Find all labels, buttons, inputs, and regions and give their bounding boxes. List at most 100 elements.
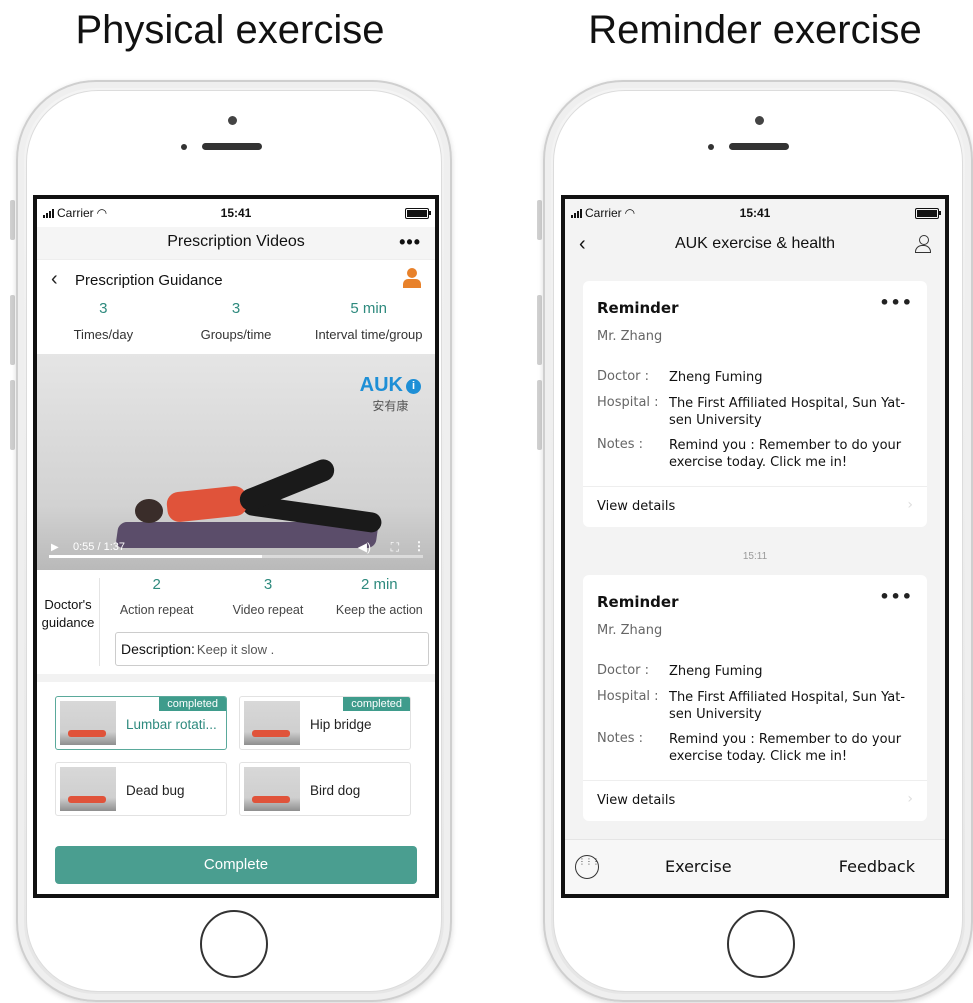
reminder-card[interactable]: Reminder ••• Mr. Zhang Doctor : Zheng Fu…	[583, 575, 927, 821]
status-time: 15:41	[739, 206, 771, 220]
phone-side-button	[537, 380, 542, 450]
more-options-icon[interactable]: •••	[399, 227, 421, 257]
stat-value: 3	[99, 300, 108, 317]
stat-label: Action repeat	[119, 603, 194, 617]
right-screen: Carrier ◠ 15:41 ‹ AUK exercise & health …	[561, 195, 949, 898]
bottom-tab-bar: Exercise Feedback	[565, 839, 945, 894]
stat-label: Groups/time	[200, 327, 272, 342]
stat-value: 2	[152, 576, 161, 593]
battery-icon	[405, 208, 431, 219]
status-bar: Carrier ◠ 15:41	[565, 199, 945, 227]
nav-bar: Prescription Videos •••	[37, 227, 435, 259]
person-figure	[165, 484, 249, 524]
exercise-name: Dead bug	[126, 783, 185, 798]
more-options-icon[interactable]: •••	[879, 293, 913, 312]
back-chevron-icon[interactable]: ‹	[51, 268, 58, 291]
nav-title: AUK exercise & health	[674, 235, 836, 252]
stat-times-per-day: 3 Times/day	[37, 298, 170, 354]
exercise-card-hip-bridge[interactable]: completed Hip bridge	[239, 696, 411, 750]
stat-value: 3	[263, 576, 273, 593]
video-more-icon[interactable]: ⋮	[413, 539, 425, 553]
more-options-icon[interactable]: •••	[879, 587, 913, 606]
keyboard-icon[interactable]	[575, 855, 599, 879]
stat-label: Video repeat	[232, 603, 304, 617]
nav-bar: ‹ AUK exercise & health	[565, 227, 945, 265]
reminder-user: Mr. Zhang	[597, 623, 663, 638]
complete-button[interactable]: Complete	[55, 846, 417, 884]
reminder-card[interactable]: Reminder ••• Mr. Zhang Doctor : Zheng Fu…	[583, 281, 927, 527]
status-bar: Carrier ◠ 15:41	[37, 199, 435, 227]
exercise-card-lumbar-rotation[interactable]: completed Lumbar rotati...	[55, 696, 227, 750]
stat-value: 5 min	[350, 300, 388, 317]
speaker-grille	[202, 143, 262, 150]
exercise-card-bird-dog[interactable]: Bird dog	[239, 762, 411, 816]
row-key: Doctor :	[597, 369, 650, 384]
chevron-right-icon: ›	[907, 791, 913, 807]
description-label: Description:	[121, 641, 195, 657]
play-icon[interactable]: ▶	[51, 542, 59, 553]
sensor-dot	[181, 144, 187, 150]
divider	[99, 578, 100, 666]
fullscreen-icon[interactable]: ⛶	[391, 540, 399, 555]
stat-value: 2 min	[360, 576, 398, 593]
video-progress-bar[interactable]	[49, 555, 423, 558]
row-key: Doctor :	[597, 663, 650, 678]
info-icon: i	[406, 379, 421, 394]
sensor-dot	[708, 144, 714, 150]
view-details-row[interactable]: View details ›	[583, 780, 927, 821]
prescription-stats: 3 Times/day 3 Groups/time 5 min Interval…	[37, 298, 435, 354]
exercise-cards: completed Lumbar rotati... completed Hip…	[37, 682, 435, 816]
view-details-link[interactable]: View details	[597, 793, 675, 808]
physical-exercise-heading: Physical exercise	[75, 8, 385, 52]
doctor-guidance-section: Doctor's guidance 2 Action repeat 3 Video…	[37, 570, 435, 682]
front-camera	[228, 116, 237, 125]
view-details-row[interactable]: View details ›	[583, 486, 927, 527]
reminder-exercise-heading: Reminder exercise	[588, 8, 922, 52]
person-icon[interactable]	[915, 235, 931, 253]
stat-value: 3	[231, 300, 241, 317]
back-chevron-icon[interactable]: ‹	[579, 227, 586, 261]
tab-exercise[interactable]: Exercise	[665, 857, 732, 876]
guidance-title: Prescription Guidance	[75, 272, 223, 289]
stat-label: Interval time/group	[314, 327, 423, 342]
person-figure	[135, 499, 163, 523]
message-time-separator: 15:11	[742, 551, 768, 562]
row-key: Hospital :	[597, 689, 659, 704]
phone-side-button	[10, 200, 15, 240]
view-details-link[interactable]: View details	[597, 499, 675, 514]
row-key: Hospital :	[597, 395, 659, 410]
row-value: Zheng Fuming	[669, 664, 763, 679]
description-box: Description: Keep it slow .	[115, 632, 429, 666]
speaker-grille	[729, 143, 789, 150]
row-value: Remind you : Remember to do your exercis…	[669, 732, 902, 764]
volume-icon[interactable]: ◀)	[358, 540, 371, 554]
row-key: Notes :	[597, 731, 644, 746]
exercise-card-dead-bug[interactable]: Dead bug	[55, 762, 227, 816]
phone-side-button	[10, 380, 15, 450]
tab-feedback[interactable]: Feedback	[839, 857, 915, 876]
doctor-icon[interactable]	[403, 268, 421, 288]
reminder-title: Reminder	[597, 593, 679, 611]
exercise-thumbnail	[60, 767, 116, 811]
exercise-thumbnail	[60, 701, 116, 745]
stat-interval: 5 min Interval time/group	[302, 298, 435, 354]
stat-groups-per-time: 3 Groups/time	[170, 298, 303, 354]
doctor-guidance-label: Doctor's guidance	[37, 596, 99, 632]
exercise-video-player[interactable]: AUK i 安有康 ▶ 0:55 / 1:37 ◀) ⛶ ⋮	[37, 354, 435, 570]
home-button[interactable]	[200, 910, 268, 978]
exercise-name: Lumbar rotati...	[126, 717, 217, 732]
home-button[interactable]	[727, 910, 795, 978]
guidance-header: ‹ Prescription Guidance	[37, 259, 435, 298]
logo-text: AUK	[359, 374, 403, 396]
nav-title: Prescription Videos	[167, 233, 305, 250]
row-value: Zheng Fuming	[669, 370, 763, 385]
row-value: Remind you : Remember to do your exercis…	[669, 438, 902, 470]
reminder-title: Reminder	[597, 299, 679, 317]
phone-side-button	[537, 295, 542, 365]
exercise-thumbnail	[244, 767, 300, 811]
left-screen: Carrier ◠ 15:41 Prescription Videos ••• …	[33, 195, 439, 898]
stat-label: Times/day	[73, 327, 134, 342]
label-line: Doctor's	[44, 597, 92, 612]
auk-logo: AUK i 安有康	[360, 374, 421, 414]
chevron-right-icon: ›	[907, 497, 913, 513]
